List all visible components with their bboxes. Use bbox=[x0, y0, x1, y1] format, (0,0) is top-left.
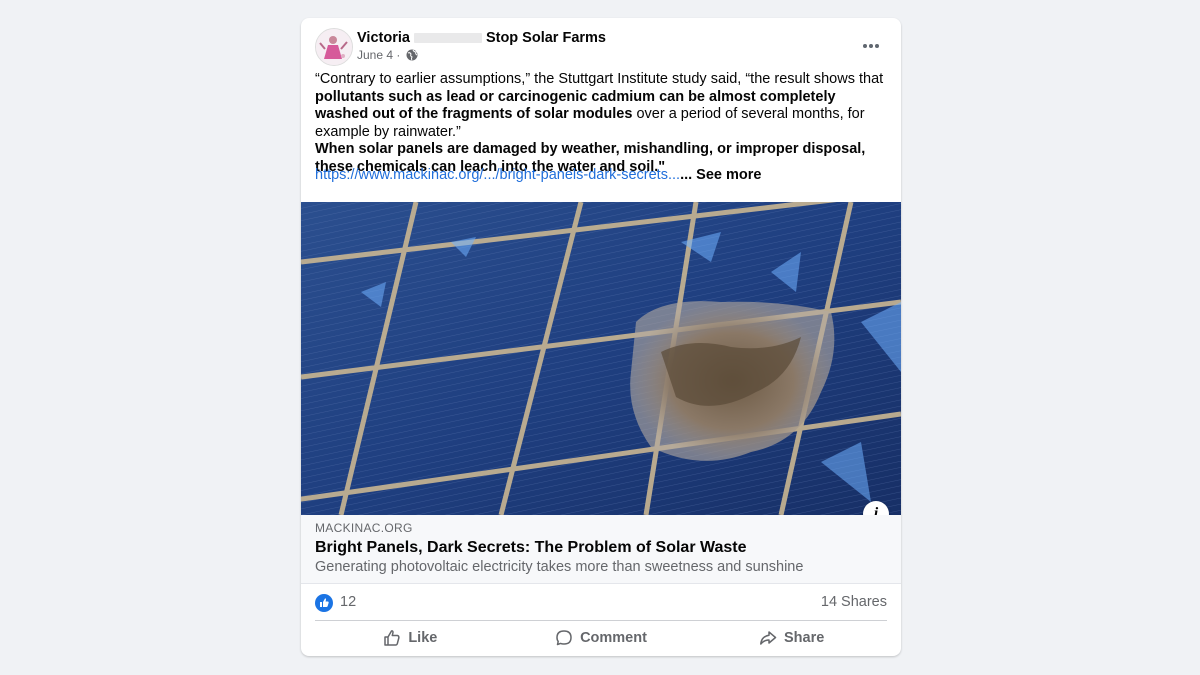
like-reaction-icon[interactable] bbox=[315, 594, 333, 612]
share-icon bbox=[760, 631, 777, 645]
post-card: Victoria Stop Solar Farms June 4 · “Contr… bbox=[301, 18, 901, 656]
share-button[interactable]: Share bbox=[696, 622, 887, 654]
comment-icon bbox=[556, 630, 572, 646]
post-meta: June 4 · bbox=[357, 48, 418, 64]
like-button[interactable]: Like bbox=[315, 622, 506, 654]
solar-panel-photo bbox=[301, 189, 901, 516]
action-bar: Like Comment Share bbox=[315, 622, 887, 654]
avatar-image bbox=[316, 29, 352, 65]
text-run: “Contrary to earlier assumptions,” the S… bbox=[315, 71, 884, 87]
group-name[interactable]: Stop Solar Farms bbox=[486, 30, 606, 46]
post-date[interactable]: June 4 · bbox=[357, 48, 400, 62]
preview-title[interactable]: Bright Panels, Dark Secrets: The Problem… bbox=[315, 539, 747, 557]
ellipsis-icon bbox=[863, 44, 879, 48]
author-and-group: Victoria Stop Solar Farms bbox=[357, 30, 606, 46]
article-image[interactable] bbox=[301, 189, 901, 516]
redacted-surname bbox=[413, 33, 482, 44]
share-label: Share bbox=[784, 630, 825, 646]
thumbs-up-icon bbox=[384, 630, 400, 646]
author-name[interactable]: Victoria bbox=[357, 30, 410, 46]
post-header: Victoria Stop Solar Farms June 4 · bbox=[315, 28, 887, 68]
comment-label: Comment bbox=[580, 630, 647, 646]
more-options-button[interactable] bbox=[855, 38, 887, 54]
preview-description: Generating photovoltaic electricity take… bbox=[315, 559, 804, 575]
like-count[interactable]: 12 bbox=[340, 594, 356, 610]
preview-domain: MACKINAC.ORG bbox=[315, 521, 413, 535]
see-more-link[interactable]: ... See more bbox=[680, 167, 761, 183]
comment-button[interactable]: Comment bbox=[506, 622, 697, 654]
author-avatar[interactable] bbox=[315, 28, 353, 66]
like-label: Like bbox=[408, 630, 438, 646]
article-url-link[interactable]: https://www.mackinac.org/.../bright-pane… bbox=[315, 167, 680, 183]
post-paragraph: “Contrary to earlier assumptions,” the S… bbox=[315, 71, 887, 141]
reaction-stats: 12 14 Shares bbox=[315, 592, 887, 621]
post-text: “Contrary to earlier assumptions,” the S… bbox=[315, 71, 887, 176]
link-preview[interactable]: MACKINAC.ORG Bright Panels, Dark Secrets… bbox=[301, 515, 901, 584]
post-link-line: https://www.mackinac.org/.../bright-pane… bbox=[315, 167, 761, 183]
share-count[interactable]: 14 Shares bbox=[821, 594, 887, 610]
globe-icon bbox=[406, 49, 418, 64]
